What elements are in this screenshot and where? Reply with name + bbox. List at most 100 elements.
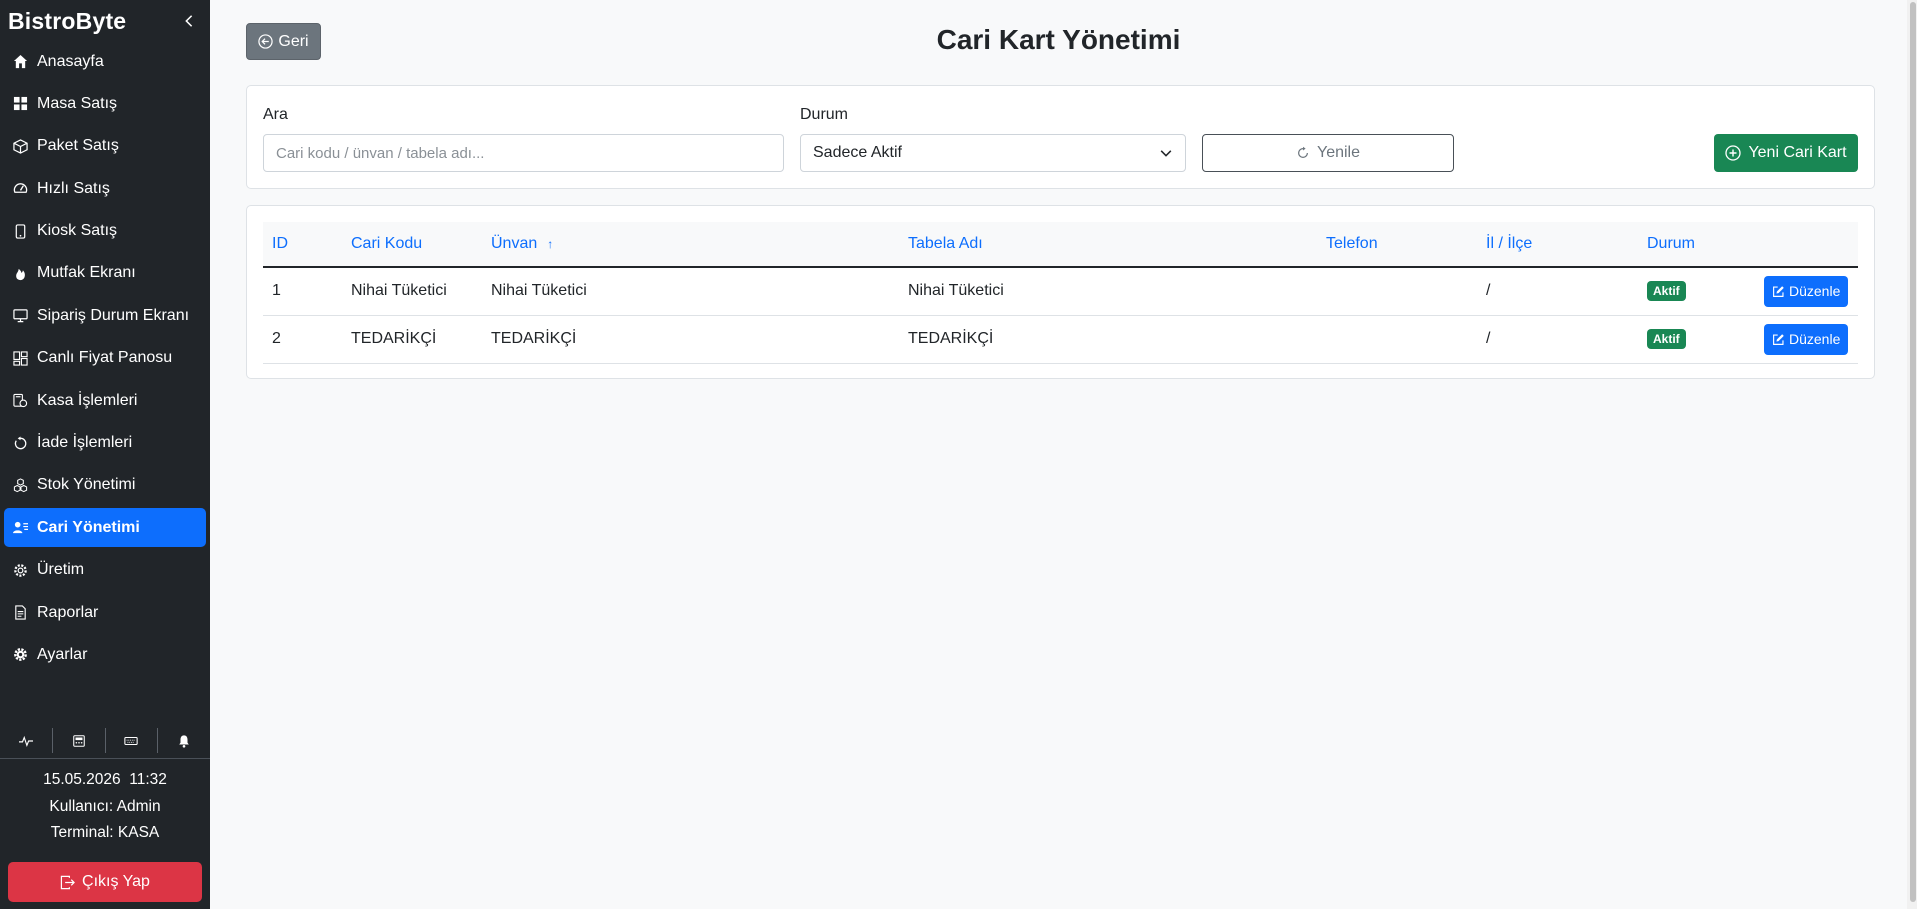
cell-code: Nihai Tüketici <box>351 282 447 300</box>
logout-icon <box>60 875 75 889</box>
status-select[interactable]: Sadece Aktif <box>800 134 1186 172</box>
column-header-title[interactable]: Ünvan ↑ <box>482 222 899 268</box>
cell-title: TEDARİKÇİ <box>491 330 577 347</box>
column-header-id[interactable]: ID <box>263 222 342 268</box>
collapse-sidebar-button[interactable] <box>180 12 198 30</box>
cell-title: Nihai Tüketici <box>491 282 587 300</box>
sidebar-item-siparis-durum-ekrani[interactable]: Sipariş Durum Ekranı <box>4 296 206 335</box>
refresh-label: Yenile <box>1316 144 1360 161</box>
activity-button[interactable] <box>0 728 53 753</box>
sidebar-item-paket-satis[interactable]: Paket Satış <box>4 127 206 166</box>
speedometer-icon <box>12 181 28 197</box>
sidebar-item-stok-yonetimi[interactable]: Stok Yönetimi <box>4 466 206 505</box>
cell-city: / <box>1486 282 1491 300</box>
sidebar-item-label: Kasa İşlemleri <box>37 391 138 409</box>
sidebar-item-masa-satis[interactable]: Masa Satış <box>4 84 206 123</box>
edit-button[interactable]: Düzenle <box>1764 323 1849 355</box>
calculator-button[interactable] <box>53 728 106 753</box>
sidebar-item-label: Mutfak Ekranı <box>37 264 136 282</box>
keyboard-icon <box>124 736 139 745</box>
column-header-title-label: Ünvan <box>491 235 538 252</box>
sidebar-item-canli-fiyat-panosu[interactable]: Canlı Fiyat Panosu <box>4 339 206 378</box>
cell-status: Aktif <box>1638 267 1755 315</box>
sidebar-item-anasayfa[interactable]: Anasayfa <box>4 42 206 81</box>
monitor-icon <box>12 308 28 324</box>
sidebar-item-label: Paket Satış <box>37 137 119 155</box>
pencil-square-icon <box>1773 333 1784 345</box>
table-row: 1 Nihai Tüketici Nihai Tüketici Nihai Tü… <box>263 267 1858 315</box>
cell-city: / <box>1486 330 1491 347</box>
system-info: 15.05.2026 11:32 Kullanıcı: Admin Termin… <box>0 767 210 847</box>
column-header-code[interactable]: Cari Kodu <box>342 222 482 268</box>
sidebar-item-kiosk-satis[interactable]: Kiosk Satış <box>4 212 206 251</box>
sidebar-item-iade-islemleri[interactable]: İade İşlemleri <box>4 424 206 463</box>
column-header-status[interactable]: Durum <box>1638 222 1755 268</box>
chevron-left-icon <box>185 15 193 27</box>
box-icon <box>12 138 28 154</box>
status-badge: Aktif <box>1647 281 1686 302</box>
house-icon <box>12 54 28 70</box>
page-scrollbar-thumb[interactable] <box>1910 2 1916 902</box>
new-account-label: Yeni Cari Kart <box>1748 144 1847 161</box>
datetime: 15.05.2026 11:32 <box>43 771 167 788</box>
grid-icon <box>12 96 28 112</box>
edit-button[interactable]: Düzenle <box>1764 275 1849 307</box>
terminal-name: Terminal: KASA <box>50 824 160 841</box>
page-scrollbar[interactable] <box>1907 0 1917 909</box>
sidebar-item-kasa-islemleri[interactable]: Kasa İşlemleri <box>4 381 206 420</box>
edit-label: Düzenle <box>1789 331 1841 347</box>
table-header-row: ID Cari Kodu Ünvan ↑ Tabela Adı Telefon İ… <box>263 222 1858 268</box>
return-icon <box>12 435 28 451</box>
search-label: Ara <box>263 106 288 123</box>
status-select-value: Sadece Aktif <box>813 144 902 161</box>
pencil-square-icon <box>1773 285 1784 297</box>
sidebar-item-label: Hızlı Satış <box>37 179 110 197</box>
sidebar-item-label: Masa Satış <box>37 94 118 112</box>
current-user: Kullanıcı: Admin <box>49 797 161 815</box>
sidebar-item-label: Cari Yönetimi <box>37 518 140 536</box>
sidebar-nav: Anasayfa Masa Satış Paket Satış Hızlı Sa… <box>0 42 210 674</box>
sidebar-item-label: İade İşlemleri <box>37 434 133 452</box>
sidebar-item-cari-yonetimi[interactable]: Cari Yönetimi <box>4 508 206 548</box>
activity-icon <box>18 735 33 747</box>
notifications-button[interactable] <box>158 728 210 753</box>
cell-id: 2 <box>272 330 281 347</box>
cell-sign: Nihai Tüketici <box>908 282 1004 300</box>
fire-icon <box>12 265 28 281</box>
plus-circle-icon <box>1725 145 1742 161</box>
sidebar-item-label: Üretim <box>37 561 85 579</box>
sidebar-item-hizli-satis[interactable]: Hızlı Satış <box>4 169 206 208</box>
keyboard-button[interactable] <box>106 728 159 753</box>
new-account-button[interactable]: Yeni Cari Kart <box>1714 134 1858 172</box>
sidebar-item-label: Raporlar <box>37 603 99 621</box>
cell-phone <box>1317 315 1477 363</box>
sidebar: BistroByte Anasayfa Masa Satış Paket Sat… <box>0 0 210 909</box>
sidebar-item-mutfak-ekrani[interactable]: Mutfak Ekranı <box>4 254 206 293</box>
gear-wide-icon <box>12 562 28 578</box>
calculator-icon <box>72 734 85 747</box>
cell-actions: Düzenle <box>1755 267 1858 315</box>
sidebar-item-ayarlar[interactable]: Ayarlar <box>4 635 206 674</box>
sidebar-item-label: Sipariş Durum Ekranı <box>37 306 190 324</box>
sidebar-item-uretim[interactable]: Üretim <box>4 551 206 590</box>
column-header-phone[interactable]: Telefon <box>1317 222 1477 268</box>
cell-id: 1 <box>272 282 281 300</box>
sidebar-item-label: Canlı Fiyat Panosu <box>37 349 173 367</box>
accounts-table-panel: ID Cari Kodu Ünvan ↑ Tabela Adı Telefon İ… <box>246 205 1875 379</box>
table-row: 2 TEDARİKÇİ TEDARİKÇİ TEDARİKÇİ / Aktif … <box>263 315 1858 363</box>
sort-asc-icon: ↑ <box>547 237 554 251</box>
sidebar-item-label: Anasayfa <box>37 52 104 70</box>
refresh-button[interactable]: Yenile <box>1202 134 1454 172</box>
sidebar-item-raporlar[interactable]: Raporlar <box>4 593 206 632</box>
search-input[interactable] <box>263 134 784 172</box>
sidebar-toolbar <box>0 723 210 759</box>
dashboard-icon <box>12 350 28 366</box>
cell-status: Aktif <box>1638 315 1755 363</box>
column-header-sign[interactable]: Tabela Adı <box>899 222 1317 268</box>
cell-code: TEDARİKÇİ <box>351 330 437 347</box>
cell-sign: TEDARİKÇİ <box>908 330 994 347</box>
bell-icon <box>179 734 189 748</box>
column-header-city[interactable]: İl / İlçe <box>1477 222 1638 268</box>
cell-actions: Düzenle <box>1755 315 1858 363</box>
logout-button[interactable]: Çıkış Yap <box>8 862 202 902</box>
